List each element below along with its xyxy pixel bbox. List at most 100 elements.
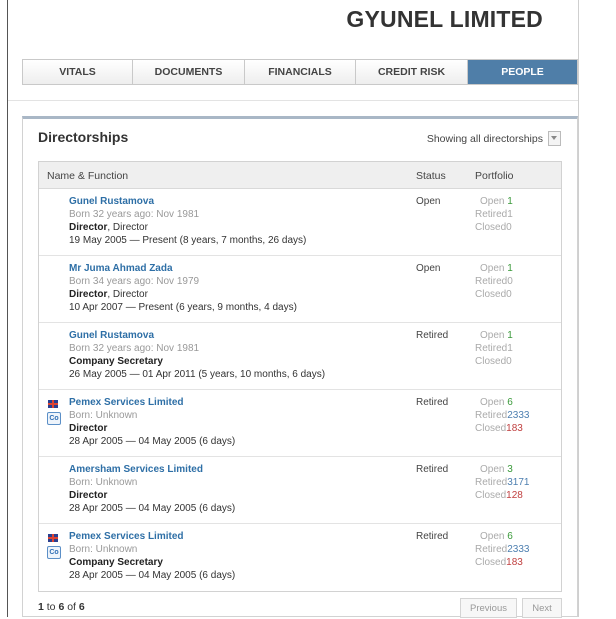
pagination-info: 1 to 6 of 6 (38, 601, 85, 613)
person-name-link[interactable]: Amersham Services Limited (69, 464, 203, 475)
portfolio-closed-count: 183 (506, 423, 523, 434)
next-button[interactable]: Next (522, 598, 562, 618)
filter-label[interactable]: Showing all directorships (427, 133, 543, 145)
directorships-table: Name & Function Status Portfolio Gunel R… (38, 161, 562, 592)
function-detail: , Director (107, 222, 148, 233)
pager-of-label: of (64, 601, 79, 613)
function: Company Secretary (69, 557, 163, 568)
function-role: Company Secretary (69, 557, 163, 568)
portfolio-closed: Closed0 (475, 289, 512, 300)
portfolio-closed-label: Closed (475, 356, 507, 367)
tenure-dates: 28 Apr 2005 — 04 May 2005 (6 days) (69, 503, 236, 514)
portfolio-retired: Retired1 (475, 209, 513, 220)
table-header: Name & Function Status Portfolio (39, 162, 561, 189)
tenure-dates: 19 May 2005 — Present (8 years, 7 months… (69, 235, 307, 246)
portfolio-closed: Closed128 (475, 490, 523, 501)
portfolio-retired-count: 2333 (507, 544, 530, 555)
window-left-border (7, 0, 8, 617)
portfolio-retired-count: 1 (507, 343, 513, 354)
person-name-link[interactable]: Gunel Rustamova (69, 330, 154, 341)
portfolio-retired-label: Retired (475, 477, 508, 488)
tab-credit-risk[interactable]: CREDIT RISK (356, 60, 468, 84)
portfolio-open: Open 3 (480, 464, 513, 475)
company-badge-icon: Co (47, 412, 61, 425)
tab-vitals[interactable]: VITALS (23, 60, 133, 84)
portfolio-open-label: Open (480, 196, 505, 207)
status-text: Retired (416, 330, 449, 341)
person-name-link[interactable]: Pemex Services Limited (69, 397, 184, 408)
portfolio-open-count: 6 (507, 531, 513, 542)
function-role: Director (69, 423, 108, 434)
portfolio-retired: Retired2333 (475, 544, 530, 555)
portfolio-open: Open 6 (480, 397, 513, 408)
filter-dropdown-button[interactable] (548, 131, 561, 146)
company-badge-icon: Co (47, 546, 61, 559)
function-role: Director (69, 222, 108, 233)
portfolio-closed-count: 0 (506, 356, 512, 367)
previous-button[interactable]: Previous (460, 598, 517, 618)
portfolio-retired-count: 0 (507, 276, 513, 287)
function: Director (69, 423, 107, 434)
status-text: Open (416, 263, 441, 274)
divider (8, 100, 578, 101)
status-text: Retired (416, 397, 449, 408)
section-tabs: VITALS DOCUMENTS FINANCIALS CREDIT RISK … (22, 59, 578, 85)
portfolio-closed: Closed183 (475, 557, 523, 568)
function-detail: , Director (107, 289, 148, 300)
table-row: Mr Juma Ahmad Zada Born 34 years ago: No… (39, 256, 561, 323)
portfolio-retired-label: Retired (475, 209, 508, 220)
column-header-portfolio[interactable]: Portfolio (475, 170, 514, 182)
tenure-dates: 26 May 2005 — 01 Apr 2011 (5 years, 10 m… (69, 369, 326, 380)
chevron-down-icon (551, 136, 557, 140)
portfolio-closed: Closed0 (475, 222, 512, 233)
portfolio-retired-label: Retired (475, 343, 508, 354)
tab-documents[interactable]: DOCUMENTS (133, 60, 245, 84)
function-role: Director (69, 490, 108, 501)
table-row: Co Pemex Services Limited Born: Unknown … (39, 524, 561, 591)
person-name-link[interactable]: Pemex Services Limited (69, 531, 184, 542)
portfolio-retired: Retired3171 (475, 477, 530, 488)
portfolio-closed-label: Closed (475, 423, 507, 434)
portfolio-retired-count: 2333 (507, 410, 530, 421)
tab-people[interactable]: PEOPLE (468, 60, 577, 84)
function: Company Secretary (69, 356, 163, 367)
column-header-status[interactable]: Status (416, 170, 446, 182)
portfolio-retired-label: Retired (475, 410, 508, 421)
portfolio-open-count: 6 (507, 397, 513, 408)
directorships-panel: Directorships Showing all directorships … (22, 116, 578, 618)
portfolio-retired-label: Retired (475, 276, 508, 287)
portfolio-closed-count: 0 (506, 222, 512, 233)
tenure-dates: 28 Apr 2005 — 04 May 2005 (6 days) (69, 570, 236, 581)
portfolio-open-label: Open (480, 531, 505, 542)
portfolio-open: Open 1 (480, 196, 513, 207)
function: Director (69, 490, 107, 501)
portfolio-retired-count: 3171 (507, 477, 530, 488)
function: Director, Director (69, 222, 148, 233)
function-role: Company Secretary (69, 356, 163, 367)
pager-to-label: to (43, 601, 59, 613)
portfolio-retired: Retired2333 (475, 410, 530, 421)
status-text: Retired (416, 531, 449, 542)
portfolio-closed: Closed0 (475, 356, 512, 367)
portfolio-closed-count: 128 (506, 490, 523, 501)
uk-flag-icon (48, 400, 58, 408)
table-row: Gunel Rustamova Born 32 years ago: Nov 1… (39, 189, 561, 256)
portfolio-open-label: Open (480, 263, 505, 274)
portfolio-retired: Retired0 (475, 276, 513, 287)
birth-info: Born: Unknown (69, 477, 138, 488)
company-title: GYUNEL LIMITED (346, 6, 543, 32)
portfolio-closed-label: Closed (475, 289, 507, 300)
portfolio-closed-count: 0 (506, 289, 512, 300)
portfolio-closed-label: Closed (475, 557, 507, 568)
birth-info: Born 32 years ago: Nov 1981 (69, 343, 200, 354)
tenure-dates: 10 Apr 2007 — Present (6 years, 9 months… (69, 302, 297, 313)
status-text: Open (416, 196, 441, 207)
uk-flag-icon (48, 534, 58, 542)
person-name-link[interactable]: Gunel Rustamova (69, 196, 154, 207)
tab-financials[interactable]: FINANCIALS (245, 60, 356, 84)
person-name-link[interactable]: Mr Juma Ahmad Zada (69, 263, 173, 274)
column-header-name[interactable]: Name & Function (47, 170, 128, 182)
table-row: Amersham Services Limited Born: Unknown … (39, 457, 561, 524)
function: Director, Director (69, 289, 148, 300)
portfolio-closed-label: Closed (475, 222, 507, 233)
